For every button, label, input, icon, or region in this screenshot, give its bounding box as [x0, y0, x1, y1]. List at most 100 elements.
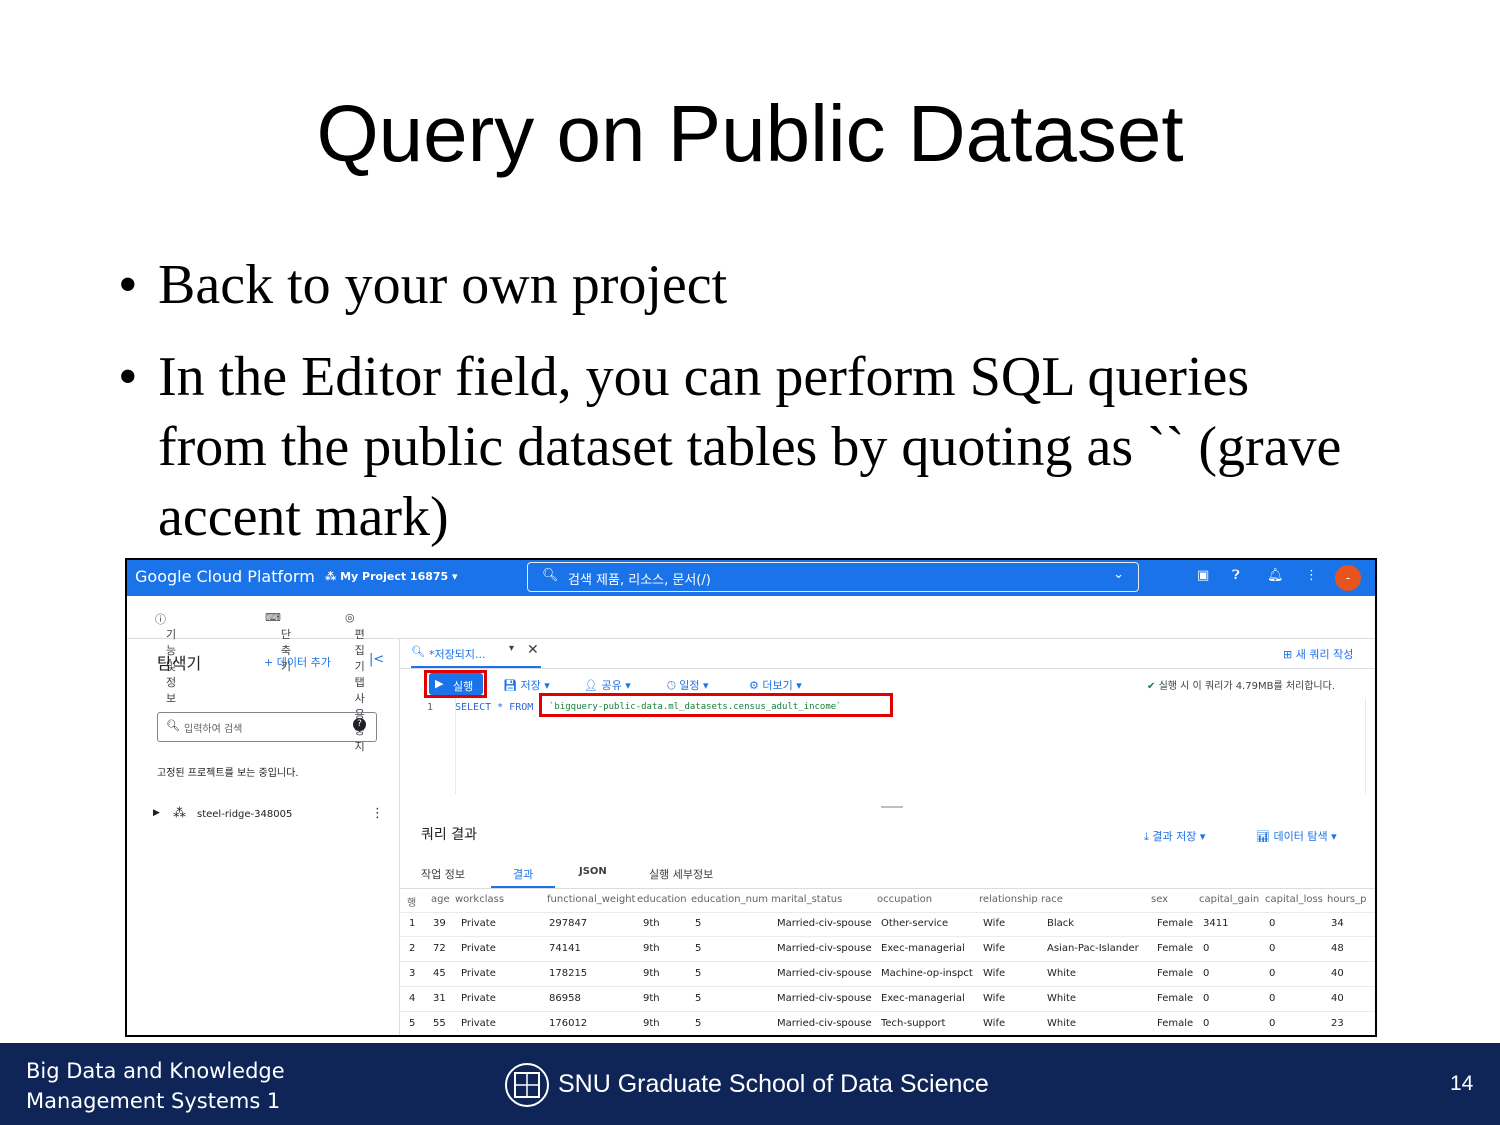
table-cell: 34: [1331, 918, 1344, 929]
avatar[interactable]: -: [1335, 565, 1361, 591]
tab-results[interactable]: 결과: [491, 856, 555, 888]
column-header[interactable]: race: [1041, 894, 1063, 905]
course-name: Big Data and Knowledge Management System…: [26, 1056, 285, 1116]
help-icon[interactable]: ❓︎: [1232, 568, 1240, 583]
table-cell: 5: [695, 943, 702, 954]
table-cell: 55: [433, 1018, 446, 1029]
table-cell: 9th: [643, 943, 660, 954]
bell-icon[interactable]: 🔔︎: [1267, 568, 1284, 583]
shortcuts-link[interactable]: ⌨ 단축키: [265, 611, 291, 673]
share-button[interactable]: 👤︎ 공유 ▾: [584, 677, 631, 693]
tab-json[interactable]: JSON: [579, 866, 607, 877]
table-cell: Black: [1047, 918, 1075, 929]
tab-unsaved-query[interactable]: 🔍︎ *저장되지... ▾ ✕: [411, 638, 541, 668]
check-circle-icon: ✔: [1147, 681, 1156, 692]
column-header[interactable]: relationship: [979, 894, 1038, 905]
caret-down-icon: ▾: [448, 570, 458, 583]
table-cell: 86958: [549, 993, 581, 1004]
table-cell: 0: [1269, 918, 1276, 929]
table-cell: 3411: [1203, 918, 1229, 929]
cloud-shell-icon[interactable]: ▣: [1197, 568, 1209, 583]
column-header[interactable]: functional_weight: [547, 894, 635, 905]
column-header[interactable]: workclass: [455, 894, 504, 905]
project-icon: ⁂: [325, 570, 341, 583]
table-cell: 40: [1331, 993, 1344, 1004]
sql-editor[interactable]: 1 SELECT * FROM `bigquery-public-data.ml…: [399, 693, 1366, 794]
table-cell: 45: [433, 968, 446, 979]
column-header[interactable]: sex: [1151, 894, 1168, 905]
table-cell: 176012: [549, 1018, 588, 1029]
table-header-row: 행 age workclass functional_weight education e…: [399, 888, 1375, 913]
table-cell: Female: [1157, 943, 1194, 954]
course-name-line: Management Systems 1: [26, 1089, 281, 1113]
add-data-button[interactable]: + 데이터 추가: [264, 654, 331, 670]
explore-data-button[interactable]: 📊︎ 데이터 탐색 ▾: [1256, 828, 1337, 844]
school-name: SNU Graduate School of Data Science: [558, 1070, 989, 1098]
expand-arrow-icon[interactable]: ▶: [153, 808, 160, 818]
table-cell: 5: [695, 918, 702, 929]
save-button[interactable]: 💾︎ 저장 ▾: [503, 677, 550, 693]
column-header[interactable]: occupation: [877, 894, 932, 905]
query-icon: 🔍︎: [411, 645, 425, 658]
table-cell: Female: [1157, 968, 1194, 979]
gcp-brand[interactable]: Google Cloud Platform: [135, 567, 315, 586]
bullet-marker: •: [118, 346, 138, 408]
table-cell: White: [1047, 993, 1077, 1004]
tab-execution-details[interactable]: 실행 세부정보: [649, 866, 713, 882]
column-header[interactable]: 행: [407, 894, 416, 909]
table-cell: Other-service: [881, 918, 949, 929]
column-header[interactable]: education: [637, 894, 687, 905]
collapse-panel-button[interactable]: |<: [369, 652, 384, 667]
column-header[interactable]: capital_gain: [1199, 894, 1259, 905]
table-cell: 0: [1203, 968, 1210, 979]
table-cell: 48: [1331, 943, 1344, 954]
slide-footer: Big Data and Knowledge Management System…: [0, 1043, 1500, 1125]
bullet-list: • Back to your own project • In the Edit…: [118, 250, 1368, 574]
column-header[interactable]: age: [431, 894, 450, 905]
table-cell: 39: [433, 918, 446, 929]
explorer-search-placeholder: 입력하여 검색: [184, 724, 243, 735]
tab-job-info[interactable]: 작업 정보: [421, 866, 465, 882]
save-results-button[interactable]: ⤓ 결과 저장 ▾: [1144, 828, 1205, 844]
resize-handle[interactable]: [881, 806, 903, 808]
more-vert-icon[interactable]: ⋮: [371, 806, 384, 821]
project-name: My Project 16875: [340, 570, 449, 583]
disable-editor-tabs-link[interactable]: ◎ 편집기 탭 사용 중지: [345, 611, 365, 753]
table-cell: Tech-support: [881, 1018, 946, 1029]
results-title: 쿼리 결과: [421, 827, 477, 843]
page-number: 14: [1450, 1072, 1474, 1095]
more-vert-icon[interactable]: ⋮: [1305, 568, 1318, 583]
new-query-button[interactable]: ⊞ 새 쿼리 작성: [1283, 646, 1353, 662]
schedule-button[interactable]: 🕒︎ 일정 ▾: [667, 677, 708, 693]
table-cell: 23: [1331, 1018, 1344, 1029]
column-header[interactable]: marital_status: [771, 894, 842, 905]
more-button[interactable]: ⚙ 더보기 ▾: [749, 677, 802, 693]
help-icon[interactable]: ?: [353, 718, 366, 731]
bullet-text: In the Editor field, you can perform SQL…: [158, 346, 1342, 548]
column-header[interactable]: education_num: [691, 894, 768, 905]
features-info-link[interactable]: ⓘ 기능 및 정보: [155, 611, 176, 705]
chevron-down-icon[interactable]: ⌄: [1113, 567, 1124, 582]
table-cell: 9th: [643, 968, 660, 979]
table-cell: Exec-managerial: [881, 993, 965, 1004]
sub-toolbar: ⓘ 기능 및 정보 ⌨ 단축키 ◎ 편집기 탭 사용 중지: [127, 596, 1375, 753]
table-cell: 40: [1331, 968, 1344, 979]
global-search[interactable]: 🔍︎ 검색 제품, 리소스, 문서(/) ⌄: [527, 562, 1139, 592]
column-header[interactable]: hours_p: [1327, 894, 1366, 905]
close-icon[interactable]: ✕: [527, 642, 539, 658]
table-cell: 178215: [549, 968, 588, 979]
explorer-search-input[interactable]: 🔍︎ 입력하여 검색 ?: [157, 712, 377, 742]
table-cell: Machine-op-inspct: [881, 968, 973, 979]
column-header[interactable]: capital_loss: [1265, 894, 1323, 905]
project-item-label: steel-ridge-348005: [197, 809, 293, 820]
bullet-item: • Back to your own project: [118, 250, 1368, 320]
slide-title: Query on Public Dataset: [316, 89, 1184, 178]
caret-down-icon[interactable]: ▾: [509, 643, 514, 654]
table-cell: Married-civ-spouse: [777, 993, 872, 1004]
project-selector[interactable]: ⁂ My Project 16875 ▾: [325, 570, 458, 583]
table-cell: 2: [409, 943, 416, 954]
table-cell: 9th: [643, 918, 660, 929]
table-cell: Exec-managerial: [881, 943, 965, 954]
project-tree-item[interactable]: ▶ ⁂ steel-ridge-348005 ⋮: [153, 806, 384, 826]
table-cell: 297847: [549, 918, 588, 929]
